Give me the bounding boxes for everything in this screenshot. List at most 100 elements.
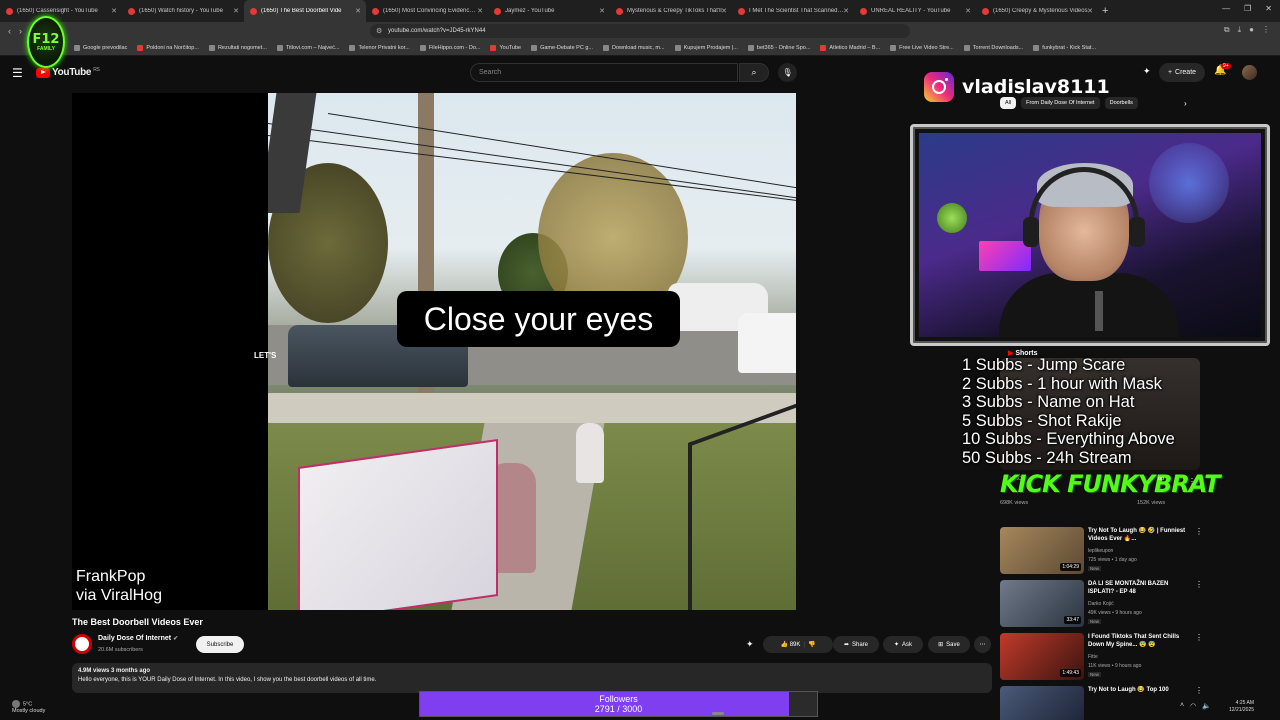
create-button[interactable]: + Create (1159, 63, 1205, 82)
description-box[interactable]: 4.9M views 3 months ago Hello everyone, … (72, 663, 992, 693)
tab-label: (1650) Watch history - YouTube (139, 8, 223, 14)
thumbs-down-icon[interactable]: 👎 (808, 641, 815, 648)
search-button[interactable]: ⌕ (739, 63, 769, 82)
bookmark-item[interactable]: Telenor Privatni kor... (349, 44, 410, 51)
ask-button[interactable]: ✦ Ask (883, 636, 923, 653)
hamburger-menu-icon[interactable]: ☰ (12, 66, 23, 80)
video-thumbnail[interactable]: 1:04:29 (1000, 527, 1084, 574)
recommendation-title[interactable]: Try Not To Laugh 😂 🤣 | Funniest Videos E… (1088, 527, 1188, 543)
bookmark-item[interactable]: bet365 - Online Spo... (747, 44, 810, 51)
bookmark-label: YouTube (499, 44, 522, 51)
video-thumbnail[interactable]: 1:49:43 (1000, 633, 1084, 680)
recommendation-channel[interactable]: leplikeupon (1088, 548, 1113, 554)
new-tab-button[interactable]: + (1102, 5, 1108, 17)
weather-widget[interactable]: 5°C Mostly cloudy (12, 700, 45, 715)
chevron-right-icon[interactable]: › (1184, 99, 1187, 108)
youtube-logo[interactable]: YouTube RS (36, 67, 100, 78)
share-button[interactable]: ➦ Share (833, 636, 879, 653)
bookmark-item[interactable]: Rezultati nogomet... (208, 44, 267, 51)
more-options-icon[interactable]: ⋮ (1195, 580, 1203, 589)
video-player[interactable]: LET'S Close your eyes FrankPop via Viral… (72, 93, 796, 610)
url-input[interactable]: ⚙ youtube.com/watch?v=JD45-rkYN44 (370, 24, 910, 38)
recommendation-item[interactable]: Try Not to Laugh 😂 Top 100 ⋮ (1000, 686, 1203, 720)
browser-tab[interactable]: I Met The Scientist That Scanned Bra ✕ (732, 0, 854, 22)
bookmark-item[interactable]: Torrent Downloads... (963, 44, 1023, 51)
back-icon[interactable]: ‹ (8, 26, 11, 36)
browser-tab[interactable]: Mysterious & Creepy TikToks That'll ✕ (610, 0, 732, 22)
video-thumbnail[interactable]: 33:47 (1000, 580, 1084, 627)
more-options-icon[interactable]: ⋮ (1195, 686, 1203, 695)
url-text: youtube.com/watch?v=JD45-rkYN44 (388, 28, 486, 34)
browser-tab[interactable]: (1650) Cassensight - YouTube ✕ (0, 0, 122, 22)
chevron-up-icon[interactable]: ˄ (1180, 702, 1184, 710)
recommendation-item[interactable]: 33:47 DA LI SE MONTAŽNI BAZEN ISPLATI? - … (1000, 580, 1203, 630)
clock[interactable]: 4:25 AM 12/21/2025 (1229, 700, 1254, 714)
bookmark-item[interactable]: Poldoni na Norčitop... (137, 44, 199, 51)
bookmark-item[interactable]: Download music, m... (602, 44, 665, 51)
child-white-coat (576, 423, 604, 483)
bookmark-item[interactable]: Titlovi.com – Najveć... (276, 44, 339, 51)
tab-close-icon[interactable]: ✕ (965, 7, 971, 15)
tab-close-icon[interactable]: ✕ (721, 7, 727, 15)
more-options-icon[interactable]: ⋮ (1195, 633, 1203, 642)
tab-close-icon[interactable]: ✕ (355, 7, 361, 15)
site-info-icon[interactable]: ⚙ (376, 27, 382, 35)
tab-close-icon[interactable]: ✕ (233, 7, 239, 15)
recommendation-channel[interactable]: Darko Kojić (1088, 601, 1114, 607)
tab-close-icon[interactable]: ✕ (1087, 7, 1093, 15)
tab-close-icon[interactable]: ✕ (843, 7, 849, 15)
tab-label: I Met The Scientist That Scanned Bra (749, 8, 844, 14)
recommendation-item[interactable]: 1:49:43 I Found Tiktoks That Sent Chills … (1000, 633, 1203, 683)
extensions-icon[interactable]: ⧉ (1224, 25, 1230, 35)
shorts-more-icon[interactable]: ⋮ (1188, 477, 1196, 486)
user-avatar[interactable] (1242, 65, 1257, 80)
tab-close-icon[interactable]: ✕ (111, 7, 117, 15)
browser-tab[interactable]: (1650) Most Convincing Evidence Of ✕ (366, 0, 488, 22)
minimize-icon[interactable]: — (1222, 4, 1230, 13)
cast-icon[interactable]: ✦ (1143, 66, 1151, 77)
recommendation-title[interactable]: DA LI SE MONTAŽNI BAZEN ISPLATI? - EP 48 (1088, 580, 1188, 596)
more-actions-button[interactable]: ⋯ (974, 636, 991, 653)
download-icon[interactable]: ⤓ (1238, 25, 1242, 35)
channel-name[interactable]: Daily Dose Of Internet ✔ (98, 635, 178, 642)
maximize-icon[interactable]: ❐ (1244, 4, 1251, 13)
wifi-icon[interactable]: ◠ (1190, 702, 1196, 710)
bookmark-item[interactable]: FileHippo.com - Do... (419, 44, 480, 51)
recommendation-item[interactable]: 1:04:29 Try Not To Laugh 😂 🤣 | Funniest V… (1000, 527, 1203, 577)
background-light (1149, 143, 1229, 223)
search-input[interactable]: Search (470, 63, 738, 82)
bookmark-item[interactable]: funkybrat - Kick Stat... (1033, 44, 1096, 51)
like-button[interactable]: 👍 89K (781, 641, 801, 648)
browser-tab[interactable]: (1650) Creepy & Mysterious Videos ✕ (976, 0, 1098, 22)
close-icon[interactable]: ✕ (1265, 4, 1272, 13)
voice-search-button[interactable]: 🎙 (778, 63, 797, 82)
browser-tab[interactable]: (1650) Watch history - YouTube ✕ (122, 0, 244, 22)
video-thumbnail[interactable] (1000, 686, 1084, 720)
volume-icon[interactable]: 🔈 (1202, 702, 1211, 710)
bookmark-item[interactable]: Game-Debate PC g... (531, 44, 593, 51)
search-icon: ⌕ (751, 67, 757, 77)
bookmark-item[interactable]: Google prevodilac (74, 44, 127, 51)
browser-tab[interactable]: (1650) The Best Doorbell Vide ✕ (244, 0, 366, 22)
channel-avatar[interactable] (72, 634, 92, 654)
more-options-icon[interactable]: ⋮ (1195, 527, 1203, 536)
bookmark-item[interactable]: Free Live Video Stre... (890, 44, 954, 51)
save-button[interactable]: ⊞ Save (928, 636, 970, 653)
tab-close-icon[interactable]: ✕ (599, 7, 605, 15)
subscribe-button[interactable]: Subscribe (196, 636, 244, 653)
verified-icon: ✔ (173, 636, 179, 642)
profile-icon[interactable]: ● (1249, 25, 1254, 35)
bookmark-item[interactable]: Kupujem Prodajem |... (674, 44, 738, 51)
recommendation-channel[interactable]: Fitte (1088, 654, 1098, 660)
tab-close-icon[interactable]: ✕ (477, 7, 483, 15)
bookmark-item[interactable]: Atletico Madrid – B... (820, 44, 880, 51)
forward-icon[interactable]: › (19, 26, 22, 36)
bookmark-item[interactable]: YouTube (490, 44, 522, 51)
kebab-menu-icon[interactable]: ⋮ (1262, 25, 1270, 35)
browser-tab[interactable]: UNREAL REALITY - YouTube ✕ (854, 0, 976, 22)
bookmark-label: Telenor Privatni kor... (358, 44, 410, 51)
recommendation-title[interactable]: I Found Tiktoks That Sent Chills Down My… (1088, 633, 1188, 649)
sparkle-icon[interactable]: ✦ (746, 639, 754, 650)
browser-tab[interactable]: Jaymez - YouTube ✕ (488, 0, 610, 22)
recommendation-title[interactable]: Try Not to Laugh 😂 Top 100 (1088, 686, 1188, 694)
